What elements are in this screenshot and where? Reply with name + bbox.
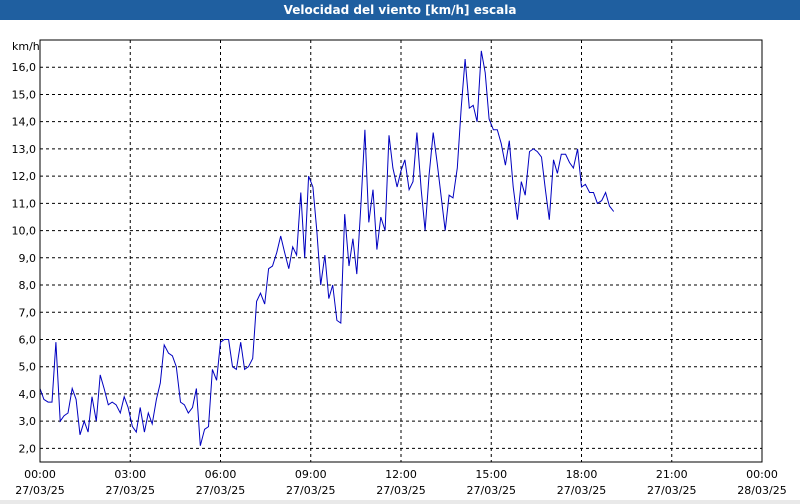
y-axis-label: km/h xyxy=(12,40,40,53)
x-tick-time: 18:00 xyxy=(566,468,598,481)
y-tick-label: 14,0 xyxy=(12,116,37,129)
grid-lines xyxy=(40,40,762,462)
y-tick-label: 9,0 xyxy=(19,252,37,265)
x-tick-date: 27/03/25 xyxy=(557,484,606,497)
x-tick-date: 27/03/25 xyxy=(106,484,155,497)
x-axis-ticks: 00:00 27/03/25 03:00 27/03/25 06:00 27/03/25 0… xyxy=(15,468,786,497)
series-line xyxy=(39,50,615,446)
line-chart: 2,0 3,0 4,0 5,0 6,0 7,0 8,0 9,0 10,0 11,0 12,0 13,0… xyxy=(12,39,787,497)
x-tick-time: 00:00 xyxy=(24,468,56,481)
y-tick-label: 2,0 xyxy=(19,442,37,455)
x-tick-time: 09:00 xyxy=(295,468,327,481)
x-tick-date: 27/03/25 xyxy=(647,484,696,497)
x-tick-time: 06:00 xyxy=(205,468,237,481)
y-tick-label: 10,0 xyxy=(12,225,37,238)
y-axis-ticks: 2,0 3,0 4,0 5,0 6,0 7,0 8,0 9,0 10,0 11,0 12,0 13,0… xyxy=(12,61,37,455)
y-tick-label: 12,0 xyxy=(12,170,37,183)
chart-area: 2,0 3,0 4,0 5,0 6,0 7,0 8,0 9,0 10,0 11,0 12,0 13,0… xyxy=(0,20,800,500)
x-tick-date: 27/03/25 xyxy=(196,484,245,497)
x-tick-time: 15:00 xyxy=(475,468,507,481)
x-tick-date: 27/03/25 xyxy=(286,484,335,497)
x-tick-time: 00:00 xyxy=(746,468,778,481)
x-tick-time: 21:00 xyxy=(656,468,688,481)
chart-title: Velocidad del viento [km/h] escala xyxy=(0,0,800,20)
x-tick-date: 27/03/25 xyxy=(376,484,425,497)
y-tick-label: 5,0 xyxy=(19,361,37,374)
x-tick-time: 12:00 xyxy=(385,468,417,481)
y-tick-label: 15,0 xyxy=(12,88,37,101)
y-tick-label: 8,0 xyxy=(19,279,37,292)
y-tick-label: 6,0 xyxy=(19,333,37,346)
y-tick-label: 4,0 xyxy=(19,388,37,401)
x-tick-date: 28/03/25 xyxy=(737,484,786,497)
y-tick-label: 3,0 xyxy=(19,415,37,428)
x-tick-date: 27/03/25 xyxy=(15,484,64,497)
y-tick-label: 11,0 xyxy=(12,197,37,210)
y-tick-label: 13,0 xyxy=(12,143,37,156)
x-tick-date: 27/03/25 xyxy=(467,484,516,497)
y-tick-label: 16,0 xyxy=(12,61,37,74)
y-tick-label: 7,0 xyxy=(19,306,37,319)
x-tick-time: 03:00 xyxy=(114,468,146,481)
